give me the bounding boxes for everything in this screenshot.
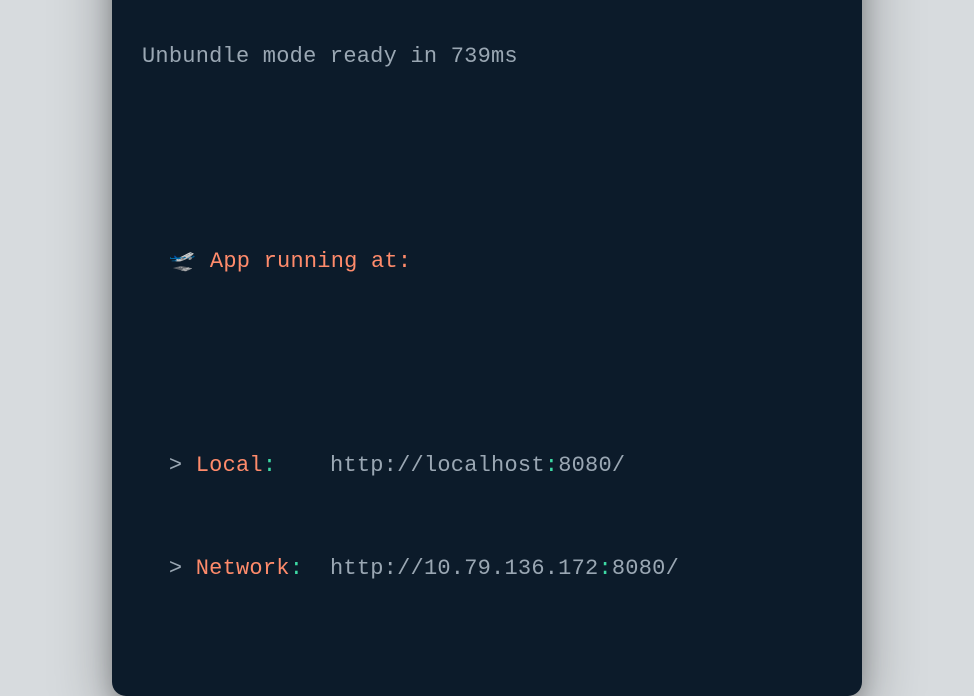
ready-time: 739ms <box>451 44 518 69</box>
blank-line <box>142 347 832 381</box>
network-url-suffix: / <box>666 556 679 581</box>
app-running-text: App running at: <box>210 249 411 274</box>
local-spacing <box>276 453 330 478</box>
local-url-colon: : <box>545 453 558 478</box>
ready-prefix: Unbundle mode ready in <box>142 44 451 69</box>
network-colon: : <box>290 556 303 581</box>
local-line: > Local: http://localhost:8080/ <box>142 449 832 483</box>
network-url-prefix: http://10.79.136.172 <box>330 556 598 581</box>
app-running-line: 🛫 App running at: <box>142 245 832 279</box>
local-url-prefix: http://localhost <box>330 453 545 478</box>
local-url-port: 8080 <box>558 453 612 478</box>
blank-line <box>142 143 832 177</box>
terminal-output: Unbundle mode ready in 739ms 🛫 App runni… <box>142 0 832 654</box>
local-label: Local <box>196 453 263 478</box>
local-marker: > <box>169 453 196 478</box>
network-url-colon: : <box>598 556 611 581</box>
network-line: > Network: http://10.79.136.172:8080/ <box>142 552 832 586</box>
airplane-icon: 🛫 <box>169 249 197 274</box>
network-url-port: 8080 <box>612 556 666 581</box>
local-colon: : <box>263 453 276 478</box>
ready-line: Unbundle mode ready in 739ms <box>142 40 832 74</box>
network-marker: > <box>169 556 196 581</box>
network-label: Network <box>196 556 290 581</box>
local-url-suffix: / <box>612 453 625 478</box>
terminal-window: Unbundle mode ready in 739ms 🛫 App runni… <box>112 0 862 696</box>
network-spacing <box>303 556 330 581</box>
